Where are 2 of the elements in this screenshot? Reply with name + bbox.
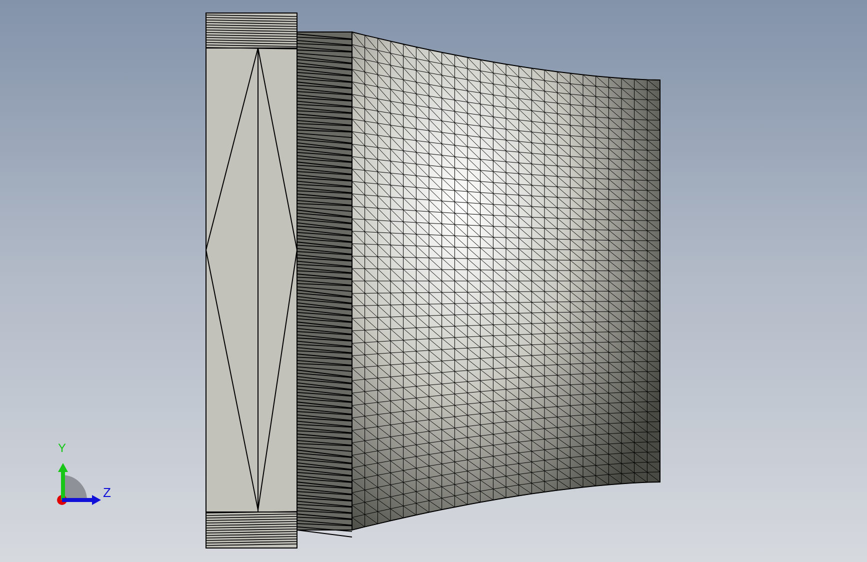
z-axis-label: Z [103,486,111,499]
y-axis-label: Y [58,442,66,454]
